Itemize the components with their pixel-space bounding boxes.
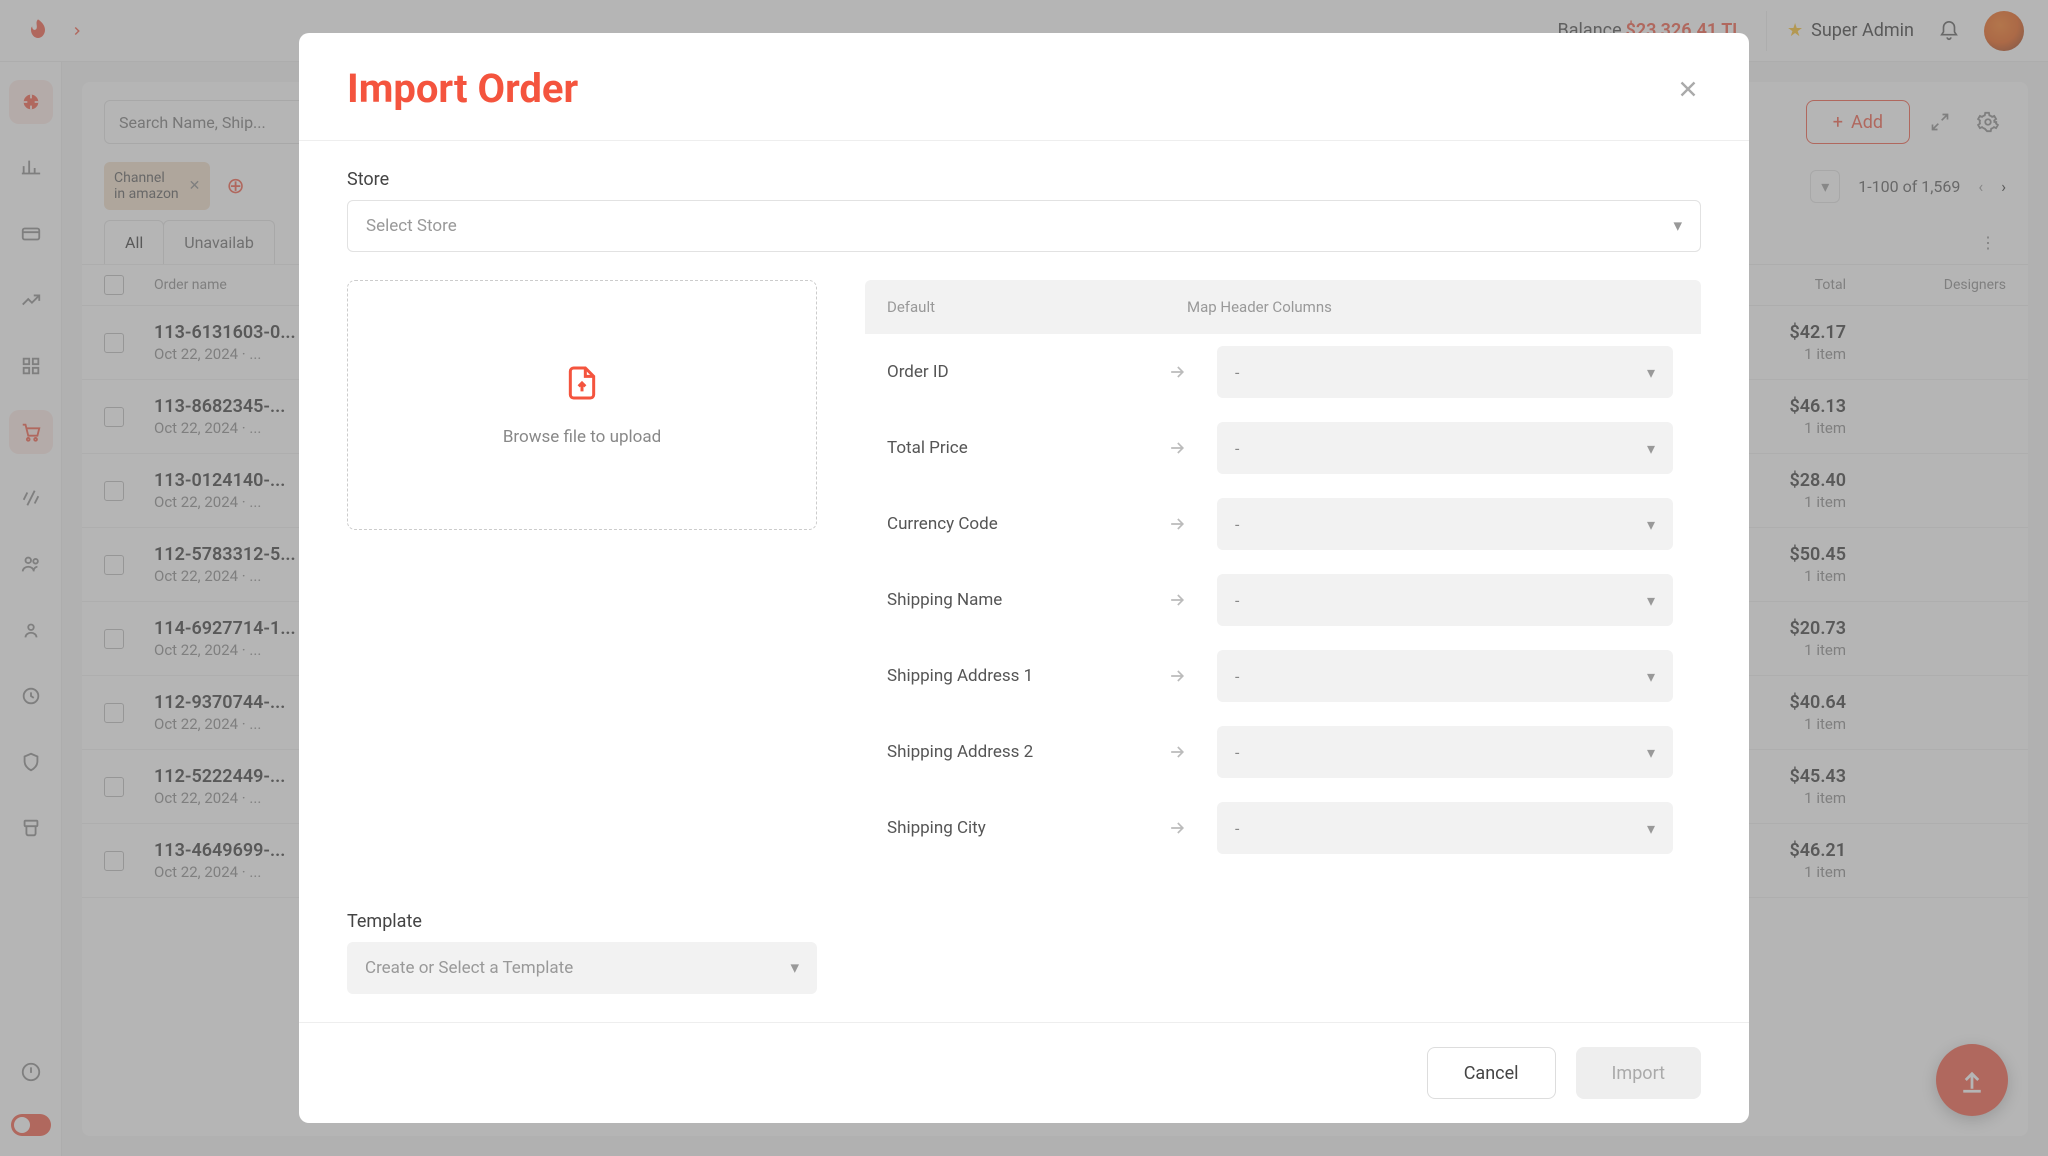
map-column-select[interactable]: - ▾ (1217, 802, 1673, 854)
modal-close-button[interactable] (1675, 76, 1701, 102)
template-placeholder: Create or Select a Template (365, 958, 573, 978)
map-column-select[interactable]: - ▾ (1217, 574, 1673, 626)
map-column-select[interactable]: - ▾ (1217, 726, 1673, 778)
chevron-down-icon: ▾ (1647, 363, 1655, 382)
map-placeholder: - (1235, 667, 1239, 686)
map-field-label: Order ID (887, 362, 1147, 382)
arrow-right-icon (1167, 514, 1197, 534)
map-placeholder: - (1235, 363, 1239, 382)
import-button[interactable]: Import (1576, 1047, 1701, 1099)
map-column-select[interactable]: - ▾ (1217, 650, 1673, 702)
map-field-label: Shipping City (887, 818, 1147, 838)
file-dropzone[interactable]: Browse file to upload (347, 280, 817, 530)
map-row: Currency Code - ▾ (865, 486, 1695, 562)
chevron-down-icon: ▾ (1647, 439, 1655, 458)
map-field-label: Shipping Address 2 (887, 742, 1147, 762)
map-header: Default Map Header Columns (865, 280, 1701, 334)
cancel-button[interactable]: Cancel (1427, 1047, 1556, 1099)
map-placeholder: - (1235, 591, 1239, 610)
map-body: Order ID - ▾ Total Price - ▾ Currency Co… (865, 334, 1701, 994)
upload-file-icon (562, 363, 602, 403)
map-row: Shipping Name - ▾ (865, 562, 1695, 638)
chevron-down-icon: ▾ (1647, 743, 1655, 762)
map-column-select[interactable]: - ▾ (1217, 422, 1673, 474)
arrow-right-icon (1167, 438, 1197, 458)
map-column-select[interactable]: - ▾ (1217, 498, 1673, 550)
chevron-down-icon: ▾ (1647, 819, 1655, 838)
map-field-label: Shipping Address 1 (887, 666, 1147, 686)
chevron-down-icon: ▾ (790, 958, 799, 978)
store-label: Store (347, 169, 1701, 190)
arrow-right-icon (1167, 818, 1197, 838)
chevron-down-icon: ▾ (1647, 667, 1655, 686)
chevron-down-icon: ▾ (1647, 591, 1655, 610)
arrow-right-icon (1167, 742, 1197, 762)
map-row: Shipping Address 1 - ▾ (865, 638, 1695, 714)
modal-title: Import Order (347, 65, 578, 112)
map-placeholder: - (1235, 439, 1239, 458)
map-header-columns: Map Header Columns (1187, 298, 1679, 316)
map-field-label: Currency Code (887, 514, 1147, 534)
map-placeholder: - (1235, 743, 1239, 762)
map-header-default: Default (887, 298, 1187, 316)
map-placeholder: - (1235, 515, 1239, 534)
map-row: Order ID - ▾ (865, 334, 1695, 410)
template-label: Template (347, 911, 817, 932)
map-column-select[interactable]: - ▾ (1217, 346, 1673, 398)
arrow-right-icon (1167, 362, 1197, 382)
chevron-down-icon: ▾ (1647, 515, 1655, 534)
chevron-down-icon: ▾ (1673, 216, 1682, 236)
map-row: Shipping Address 2 - ▾ (865, 714, 1695, 790)
arrow-right-icon (1167, 590, 1197, 610)
modal-overlay: Import Order Store Select Store ▾ (0, 0, 2048, 1156)
store-placeholder: Select Store (366, 216, 457, 236)
import-order-modal: Import Order Store Select Store ▾ (299, 33, 1749, 1123)
template-select[interactable]: Create or Select a Template ▾ (347, 942, 817, 994)
map-placeholder: - (1235, 819, 1239, 838)
arrow-right-icon (1167, 666, 1197, 686)
map-field-label: Total Price (887, 438, 1147, 458)
map-row: Total Price - ▾ (865, 410, 1695, 486)
map-field-label: Shipping Name (887, 590, 1147, 610)
map-row: Shipping City - ▾ (865, 790, 1695, 866)
store-select[interactable]: Select Store ▾ (347, 200, 1701, 252)
dropzone-text: Browse file to upload (503, 427, 661, 447)
